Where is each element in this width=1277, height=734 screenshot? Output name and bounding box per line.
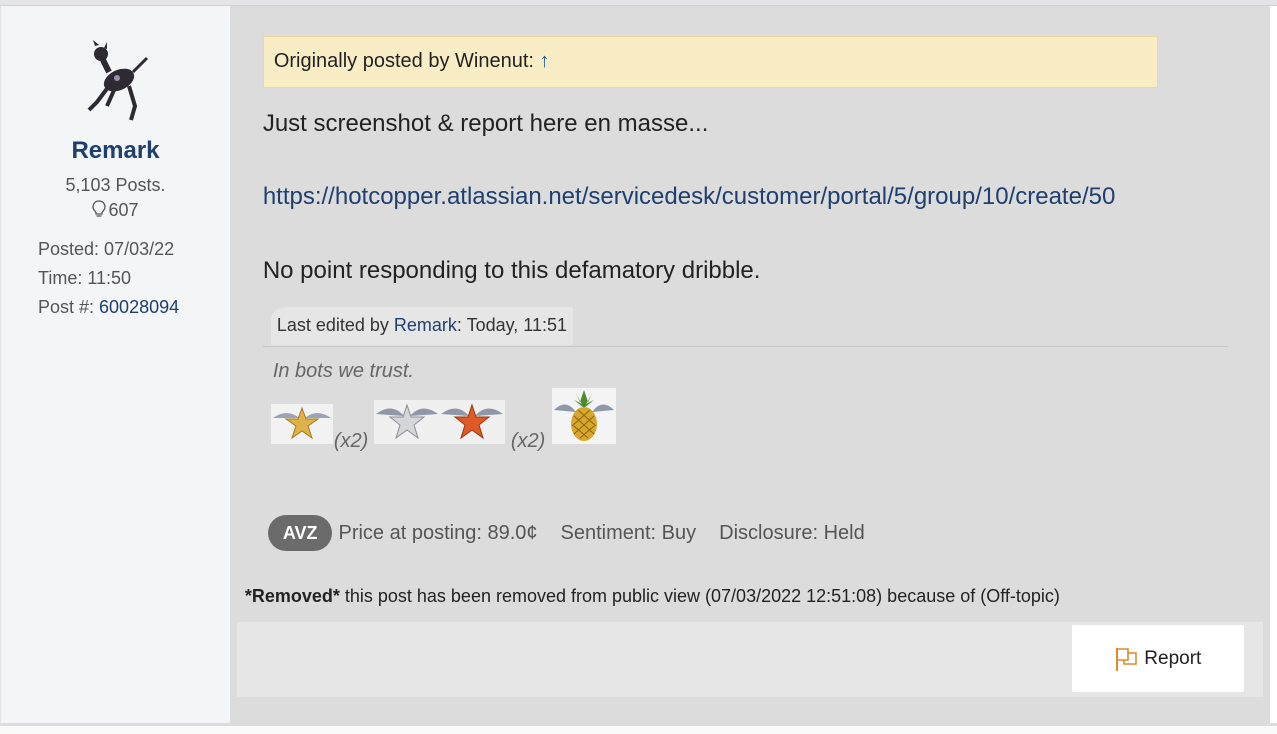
last-edited-note: Last edited by Remark: Today, 11:51 — [270, 307, 574, 345]
price-at-posting: Price at posting: 89.0¢ — [338, 521, 538, 544]
lightbulb-icon — [92, 200, 107, 217]
bottom-divider — [0, 723, 1277, 734]
avatar[interactable] — [77, 40, 157, 126]
post-number-link[interactable]: 60028094 — [99, 297, 179, 317]
ticker-badge[interactable]: AVZ — [267, 515, 333, 551]
report-button[interactable]: Report — [1071, 625, 1244, 692]
post-text-line-2: No point responding to this defamatory d… — [262, 257, 761, 284]
quote-header: Originally posted by Winenut: ↑ — [262, 36, 1158, 88]
gold-star-badge — [270, 404, 333, 444]
forum-post: Remark 5,103 Posts. 607 Posted: 07/03/22… — [0, 6, 1270, 723]
post-text-line-1: Just screenshot & report here en masse..… — [262, 110, 709, 137]
quote-attribution: Originally posted by Winenut: — [273, 50, 540, 72]
post-link[interactable]: https://hotcopper.atlassian.net/serviced… — [263, 183, 1116, 211]
signature-divider — [262, 346, 1228, 347]
badge-multiplier-1: (x2) — [333, 430, 369, 452]
username[interactable]: Remark — [1, 137, 230, 165]
post-count: 5,103 Posts. — [65, 175, 166, 195]
post-content: Originally posted by Winenut: ↑ Just scr… — [229, 6, 1270, 723]
author-panel: Remark 5,103 Posts. 607 Posted: 07/03/22… — [1, 6, 230, 723]
silver-star-badge — [373, 400, 440, 444]
flag-icon — [1116, 647, 1138, 671]
removed-notice: *Removed* this post has been removed fro… — [244, 586, 1060, 606]
badge-multiplier-2: (x2) — [510, 430, 546, 452]
likes-count: 607 — [1, 200, 230, 221]
posted-time: Time: 11:50 — [38, 268, 132, 288]
pineapple-badge — [551, 388, 616, 444]
sentiment: Sentiment: Buy — [560, 521, 697, 544]
likes-value: 607 — [108, 200, 139, 220]
quote-jump-link[interactable]: ↑ — [540, 50, 550, 72]
report-label: Report — [1144, 647, 1202, 669]
removed-tag: *Removed* — [244, 586, 340, 606]
bronze-star-badge — [438, 400, 505, 444]
post-number: Post #: 60028094 — [38, 297, 180, 317]
signature-text: In bots we trust. — [272, 360, 414, 382]
editor-link[interactable]: Remark — [394, 315, 457, 335]
disclosure: Disclosure: Held — [719, 521, 865, 544]
stock-info: AVZ Price at posting: 89.0¢ Sentiment: B… — [267, 515, 888, 551]
posted-date: Posted: 07/03/22 — [38, 239, 175, 259]
